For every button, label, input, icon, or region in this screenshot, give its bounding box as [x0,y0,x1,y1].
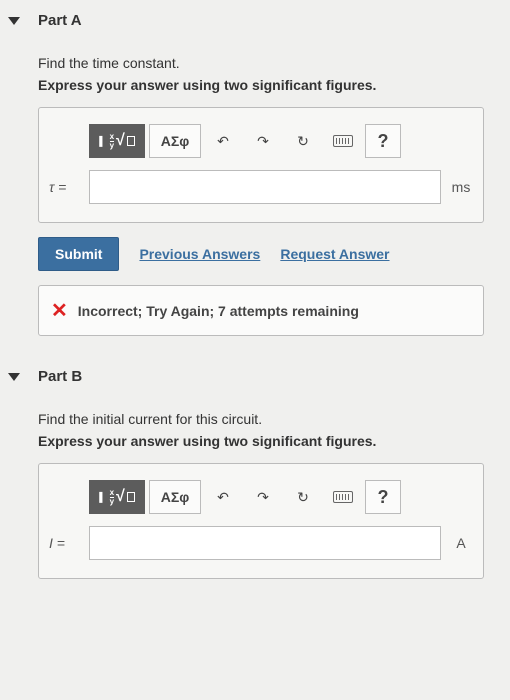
redo-icon: ↷ [257,133,269,150]
part-a-unit: ms [441,179,473,195]
request-answer-link[interactable]: Request Answer [280,246,389,262]
part-b-header[interactable]: Part B [0,356,510,397]
part-b-input-row: I = A [49,526,473,560]
undo-icon: ↶ [217,489,229,506]
submit-button[interactable]: Submit [38,237,119,271]
part-b-title: Part B [38,368,82,385]
part-b-answer-input[interactable] [89,526,441,560]
part-a-prompt: Find the time constant. [38,55,484,71]
feedback-box: ✕ Incorrect; Try Again; 7 attempts remai… [38,285,484,336]
math-icon: ▌ xy √ [99,488,135,506]
help-button[interactable]: ? [365,480,401,514]
math-icon: ▌ xy √ [99,132,135,150]
incorrect-icon: ✕ [51,298,68,323]
part-b-unit: A [441,535,473,551]
part-b-body: Find the initial current for this circui… [0,411,510,579]
reset-icon: ↻ [297,133,309,150]
greek-symbols-button[interactable]: ΑΣφ [149,480,201,514]
part-a-answer-input[interactable] [89,170,441,204]
part-a-instruct: Express your answer using two significan… [38,77,484,93]
part-a-body: Find the time constant. Express your ans… [0,55,510,336]
keyboard-button[interactable] [325,124,361,158]
caret-down-icon [8,373,20,381]
help-button[interactable]: ? [365,124,401,158]
greek-symbols-button[interactable]: ΑΣφ [149,124,201,158]
part-a-actions: Submit Previous Answers Request Answer [38,237,484,271]
math-templates-button[interactable]: ▌ xy √ [89,124,145,158]
part-b-prompt: Find the initial current for this circui… [38,411,484,427]
keyboard-icon [333,491,353,503]
undo-button[interactable]: ↶ [205,480,241,514]
keyboard-button[interactable] [325,480,361,514]
part-a-title: Part A [38,12,82,29]
keyboard-icon [333,135,353,147]
part-b-tools: ▌ xy √ ΑΣφ ↶ ↷ ↻ ? [49,480,473,514]
part-a-header[interactable]: Part A [0,0,510,41]
previous-answers-link[interactable]: Previous Answers [139,246,260,262]
math-templates-button[interactable]: ▌ xy √ [89,480,145,514]
part-a-input-row: τ = ms [49,170,473,204]
reset-button[interactable]: ↻ [285,480,321,514]
part-a-tools: ▌ xy √ ΑΣφ ↶ ↷ ↻ ? [49,124,473,158]
part-b-instruct: Express your answer using two significan… [38,433,484,449]
part-b-answer-block: ▌ xy √ ΑΣφ ↶ ↷ ↻ ? I = A [38,463,484,579]
redo-button[interactable]: ↷ [245,124,281,158]
redo-icon: ↷ [257,489,269,506]
caret-down-icon [8,17,20,25]
redo-button[interactable]: ↷ [245,480,281,514]
undo-icon: ↶ [217,133,229,150]
part-a-answer-block: ▌ xy √ ΑΣφ ↶ ↷ ↻ ? τ = ms [38,107,484,223]
reset-button[interactable]: ↻ [285,124,321,158]
part-b-var-label: I = [49,535,89,551]
part-a-var-label: τ = [49,179,89,195]
feedback-message: Incorrect; Try Again; 7 attempts remaini… [78,303,359,319]
undo-button[interactable]: ↶ [205,124,241,158]
reset-icon: ↻ [297,489,309,506]
